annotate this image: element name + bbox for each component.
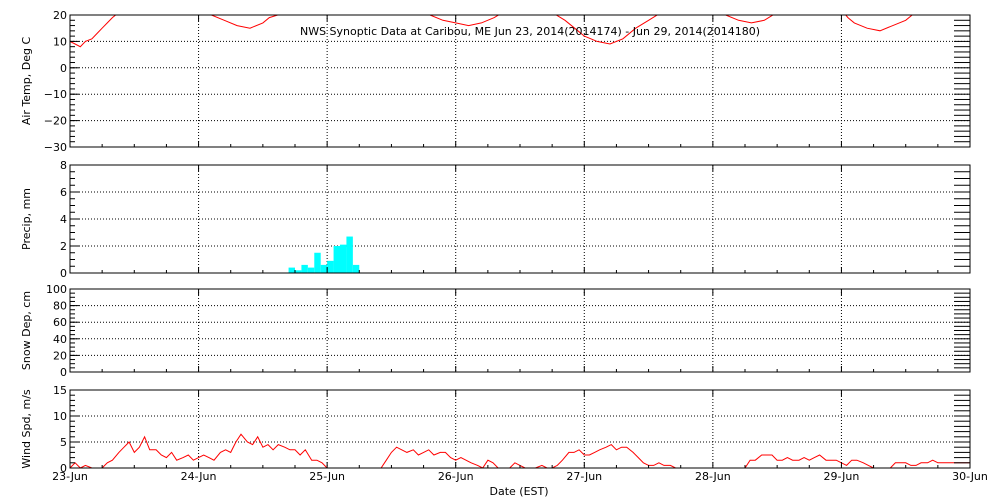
- y-axis-label: Snow Dep, cm: [20, 291, 33, 370]
- y-tick-label: −20: [44, 115, 67, 128]
- y-tick-label: 10: [53, 410, 67, 423]
- airtemp-series-line: [70, 15, 913, 48]
- y-tick-label: 0: [60, 62, 67, 75]
- x-axis: 23-Jun 24-Jun 25-Jun 26-Jun 27-Jun 28-Jun 29-J…: [52, 470, 988, 483]
- precip-bar: [301, 264, 308, 273]
- weather-chart: −30 −20 −10 0 10 20 Air Temp, Deg C 0 2 4 6 8 Precip…: [20, 9, 988, 498]
- precip-bar: [314, 252, 321, 273]
- panel-airtemp: −30 −20 −10 0 10 20 Air Temp, Deg C: [20, 9, 971, 154]
- precip-bar: [346, 236, 353, 273]
- x-tick-label: 24-Jun: [181, 470, 217, 483]
- y-axis-label: Wind Spd, m/s: [20, 389, 33, 469]
- x-tick-label: 30-Jun: [952, 470, 988, 483]
- x-tick-label: 29-Jun: [824, 470, 860, 483]
- y-tick-label: 100: [46, 283, 67, 296]
- x-tick-label: 27-Jun: [566, 470, 602, 483]
- y-tick-label: 0: [60, 267, 67, 280]
- panel-precip: 0 2 4 6 8 Precip, mm: [20, 159, 971, 280]
- wind-series-line: [70, 433, 970, 468]
- y-tick-label: 40: [53, 333, 67, 346]
- panel-frame: [69, 389, 971, 469]
- precip-bar: [288, 267, 295, 273]
- panel-snow: 0 20 40 60 80 100 Snow Dep, cm: [20, 283, 971, 379]
- y-axis-label: Precip, mm: [20, 188, 33, 250]
- y-axis-label: Air Temp, Deg C: [20, 37, 33, 126]
- y-tick-label: 10: [53, 35, 67, 48]
- y-tick-label: 5: [60, 436, 67, 449]
- y-tick-label: 0: [60, 366, 67, 379]
- x-tick-label: 26-Jun: [438, 470, 474, 483]
- precip-bar: [333, 246, 340, 273]
- y-tick-label: 15: [53, 384, 67, 397]
- x-tick-label: 25-Jun: [309, 470, 345, 483]
- x-tick-label: 28-Jun: [695, 470, 731, 483]
- y-tick-label: 4: [60, 213, 67, 226]
- panel-wind: 051015Wind Spd, m/s: [20, 384, 971, 475]
- y-tick-label: 6: [60, 186, 67, 199]
- data-wind: [70, 433, 970, 468]
- panel-frame: [69, 288, 971, 373]
- y-tick-label: −10: [44, 88, 67, 101]
- data-precip: [288, 236, 360, 273]
- precip-bar: [307, 267, 315, 273]
- x-tick-label: 23-Jun: [52, 470, 88, 483]
- precip-bar: [340, 244, 347, 273]
- y-tick-label: 20: [53, 349, 67, 362]
- x-axis-label: Date (EST): [489, 485, 548, 498]
- precip-bar: [352, 264, 360, 273]
- precip-bar: [320, 264, 328, 273]
- y-tick-label: 8: [60, 159, 67, 172]
- y-tick-label: 20: [53, 9, 67, 22]
- panels-layer: −30 −20 −10 0 10 20 Air Temp, Deg C 0 2 4 6 8 Precip…: [20, 9, 971, 475]
- precip-bar: [327, 260, 334, 273]
- y-tick-label: 60: [53, 316, 67, 329]
- chart-title: NWS Synoptic Data at Caribou, ME Jun 23,…: [300, 25, 760, 38]
- y-tick-label: 2: [60, 240, 67, 253]
- data-airtemp: [70, 15, 913, 48]
- y-tick-label: 80: [53, 300, 67, 313]
- y-tick-label: −30: [44, 141, 67, 154]
